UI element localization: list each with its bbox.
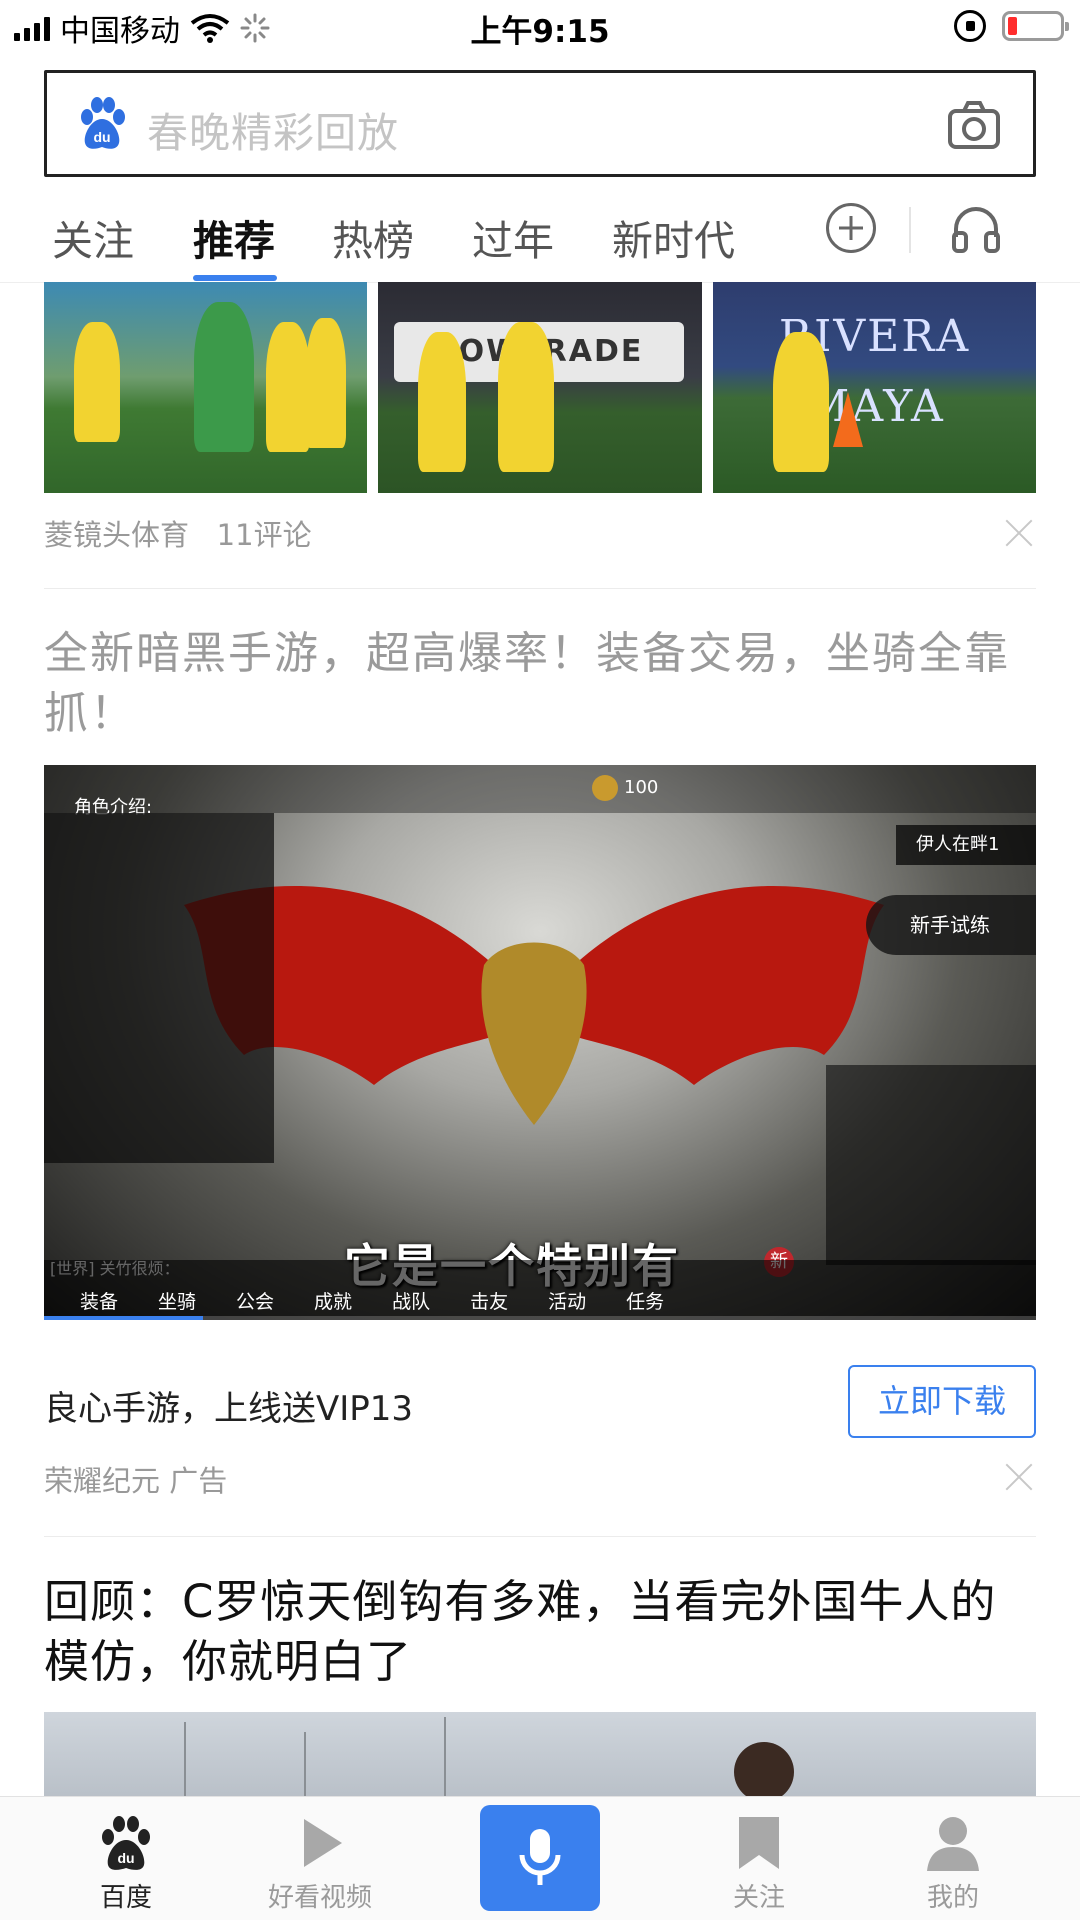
tab-new-era[interactable]: 新时代	[612, 207, 735, 267]
tab-follow[interactable]: 关注	[52, 207, 134, 267]
status-right	[954, 10, 1069, 42]
dismiss-icon[interactable]	[1004, 1462, 1034, 1492]
hud-menu-item: 坐骑	[158, 1291, 197, 1313]
search-placeholder: 春晚精彩回放	[147, 109, 399, 157]
player-figure	[498, 322, 554, 472]
news-image-row[interactable]: POWERADE RIVERA MAYA	[44, 282, 1036, 493]
hud-player-name: 伊人在畔1	[896, 825, 1036, 865]
battery-level	[1008, 17, 1017, 35]
download-button[interactable]: 立即下载	[848, 1365, 1036, 1438]
tab-new-year[interactable]: 过年	[472, 207, 554, 267]
dismiss-icon[interactable]	[1004, 518, 1034, 548]
nav-baidu[interactable]: du 百度	[51, 1797, 201, 1920]
hud-menu-item: 活动	[548, 1291, 587, 1313]
search-box[interactable]: du 春晚精彩回放	[44, 70, 1036, 177]
hud-menu-item: 公会	[236, 1291, 275, 1313]
hud-top-bar	[44, 765, 1036, 813]
news-thumbnail[interactable]	[44, 282, 367, 493]
news-meta: 菱镜头体育 11评论	[44, 512, 312, 554]
tree-figure	[444, 1717, 446, 1802]
tab-hot[interactable]: 热榜	[332, 207, 414, 267]
tab-divider	[909, 207, 911, 253]
hud-menu-item: 任务	[626, 1291, 665, 1313]
bookmark-icon	[739, 1817, 779, 1869]
person-head	[734, 1742, 794, 1802]
player-figure	[773, 332, 829, 472]
hud-coins: 100	[624, 777, 659, 798]
player-figure	[306, 318, 346, 448]
hud-menu-item: 击友	[470, 1291, 509, 1313]
hud-menu-item: 装备	[80, 1291, 119, 1313]
ad-video[interactable]: 100 角色介绍: 伊人在畔1 新手试练 它是一个特别有 新 [世界] 关竹很烦…	[44, 765, 1036, 1320]
player-figure	[74, 322, 120, 442]
rotation-lock-icon	[954, 10, 986, 42]
news-source: 菱镜头体育	[44, 518, 190, 552]
baidu-paw-icon: du	[81, 97, 125, 149]
video-progress-track[interactable]	[203, 1316, 1036, 1320]
person-icon	[927, 1817, 979, 1871]
hud-left-panel	[44, 813, 274, 1163]
status-bar: 中国移动 上午9:15	[0, 0, 1080, 56]
ad-meta: 荣耀纪元 广告	[44, 1464, 228, 1498]
news-thumbnail[interactable]: RIVERA MAYA	[713, 282, 1036, 493]
divider	[44, 588, 1036, 589]
player-figure	[194, 302, 254, 452]
tab-recommend[interactable]: 推荐	[193, 207, 275, 267]
nav-mine[interactable]: 我的	[878, 1797, 1028, 1920]
plus-circle-icon[interactable]	[826, 203, 876, 253]
ad-tagline[interactable]: 良心手游，上线送VIP13	[44, 1381, 413, 1430]
battery-icon	[1002, 11, 1069, 41]
player-figure	[266, 322, 310, 452]
nav-follow[interactable]: 关注	[684, 1797, 834, 1920]
headphone-icon[interactable]	[950, 203, 1002, 255]
status-time: 上午9:15	[470, 14, 610, 50]
svg-text:du: du	[93, 129, 110, 145]
news-thumbnail[interactable]: POWERADE	[378, 282, 702, 493]
sponsor-banner: RIVERA MAYA	[778, 311, 971, 432]
hud-menu: 装备 坐骑 公会 成就 战队 击友 活动 任务	[80, 1287, 664, 1314]
news-comments: 11评论	[216, 518, 312, 552]
ad-title[interactable]: 全新暗黑手游，超高爆率！装备交易，坐骑全靠抓！	[44, 624, 1036, 744]
video-progress-bar[interactable]	[44, 1316, 203, 1320]
tree-figure	[304, 1732, 306, 1802]
divider	[44, 1536, 1036, 1537]
svg-text:du: du	[117, 1850, 134, 1866]
microphone-icon	[519, 1829, 561, 1885]
play-icon	[304, 1819, 342, 1867]
nav-label: 百度	[99, 1883, 152, 1913]
hud-menu-item: 成就	[314, 1291, 353, 1313]
article-image[interactable]	[44, 1712, 1036, 1802]
hud-trial: 新手试练	[866, 895, 1036, 955]
hud-inventory	[826, 1065, 1036, 1265]
channel-tabs: 关注 推荐 热榜 过年 新时代	[0, 195, 1080, 283]
bottom-nav: du 百度 好看视频 关注 我的	[0, 1796, 1080, 1920]
player-figure	[418, 332, 466, 472]
nav-video[interactable]: 好看视频	[245, 1797, 395, 1920]
nav-label: 好看视频	[267, 1883, 372, 1913]
voice-search-button[interactable]	[480, 1805, 600, 1911]
tree-figure	[184, 1722, 186, 1802]
article-title[interactable]: 回顾：C罗惊天倒钩有多难，当看完外国牛人的模仿，你就明白了	[44, 1572, 1036, 1692]
nav-label: 我的	[926, 1883, 979, 1913]
active-tab-indicator	[193, 275, 277, 281]
baidu-paw-icon: du	[102, 1816, 150, 1870]
hud-menu-item: 战队	[392, 1291, 431, 1313]
camera-icon[interactable]	[947, 99, 1001, 151]
nav-label: 关注	[732, 1883, 785, 1913]
coin-icon	[592, 775, 618, 801]
